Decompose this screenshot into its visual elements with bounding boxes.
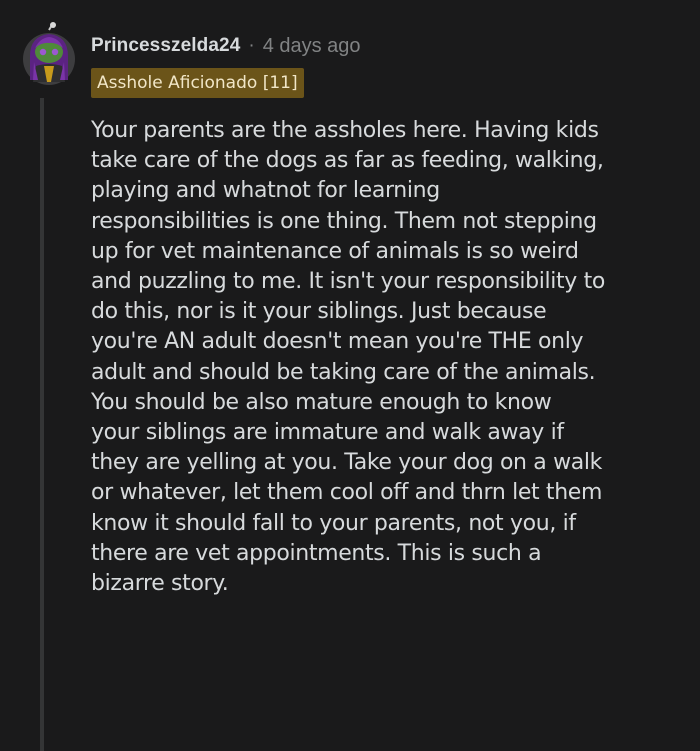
meta-separator: · [248,35,255,56]
comment-body-line: there are vet appointments. This is such… [91,540,542,566]
comment-body-line: Your parents are the assholes here. Havi… [91,118,599,143]
comment-body-line: know it should fall to your parents, not… [91,510,576,536]
user-flair: Asshole Aficionado [11] [91,68,304,98]
comment-body: Your parents are the assholes here. Havi… [91,116,683,599]
comment: Princesszelda24 · 4 days ago Asshole Afi… [0,0,700,751]
comment-body-line: they are yelling at you. Take your dog o… [91,450,602,476]
comment-body-line: responsibilities is one thing. Them not … [91,208,597,234]
comment-body-line: and puzzling to me. It isn't your respon… [91,269,605,295]
comment-body-line: you're AN adult doesn't mean you're THE … [91,329,584,355]
snoo-avatar-icon[interactable] [22,22,76,86]
comment-meta: Princesszelda24 · 4 days ago [91,33,361,59]
comment-body-line: up for vet maintenance of animals is so … [91,238,579,264]
comment-body-line: adult and should be taking care of the a… [91,359,596,385]
comment-body-line: do this, nor is it your siblings. Just b… [91,299,547,325]
comment-body-line: take care of the dogs as far as feeding,… [91,148,604,174]
timestamp[interactable]: 4 days ago [263,35,361,58]
comment-body-line: playing and whatnot for learning [91,178,440,204]
username[interactable]: Princesszelda24 [91,35,240,57]
comment-body-line: You should be also mature enough to know [91,389,552,415]
comment-body-line: or whatever, let them cool off and thrn … [91,480,603,506]
thread-line[interactable] [40,98,44,751]
comment-body-line: bizarre story. [91,571,229,597]
comment-body-line: your siblings are immature and walk away… [91,420,564,446]
